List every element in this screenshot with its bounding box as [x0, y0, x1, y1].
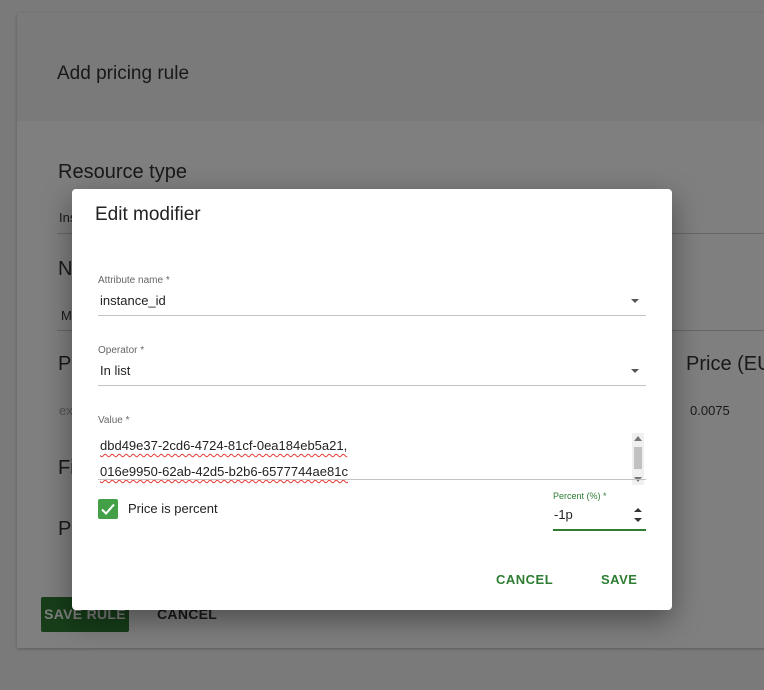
checkmark-icon — [101, 503, 115, 515]
dialog-title: Edit modifier — [95, 204, 201, 225]
percent-input-field[interactable]: Percent (%) * -1p — [553, 491, 646, 531]
cancel-button[interactable]: CANCEL — [496, 572, 553, 587]
chevron-down-icon[interactable] — [631, 369, 639, 373]
attribute-name-select[interactable]: Attribute name * instance_id — [98, 275, 646, 317]
value-field[interactable]: Value * dbd49e37-2cd6-4724-81cf-0ea184eb… — [98, 415, 646, 485]
chevron-down-icon[interactable] — [631, 299, 639, 303]
value-line[interactable]: dbd49e37-2cd6-4724-81cf-0ea184eb5a21, — [98, 433, 646, 459]
operator-value[interactable]: In list — [100, 363, 130, 378]
number-stepper[interactable] — [633, 508, 643, 522]
value-line[interactable]: 016e9950-62ab-42d5-b2b6-6577744ae81c — [98, 459, 646, 485]
scrollbar-thumb[interactable] — [634, 447, 642, 469]
value-label: Value * — [98, 415, 130, 426]
value-textarea[interactable]: dbd49e37-2cd6-4724-81cf-0ea184eb5a21, 01… — [98, 433, 646, 485]
save-button[interactable]: SAVE — [601, 572, 637, 587]
operator-label: Operator * — [98, 345, 145, 356]
attribute-name-underline — [98, 315, 646, 316]
percent-input[interactable]: -1p — [554, 507, 573, 522]
percent-underline — [553, 529, 646, 531]
decrement-icon[interactable] — [634, 518, 642, 522]
increment-icon[interactable] — [634, 508, 642, 512]
percent-label: Percent (%) * — [553, 491, 607, 501]
textarea-scrollbar[interactable] — [632, 433, 644, 485]
attribute-name-value[interactable]: instance_id — [100, 293, 166, 308]
edit-modifier-dialog: Edit modifier Attribute name * instance_… — [72, 189, 672, 610]
scroll-up-icon[interactable] — [634, 436, 642, 441]
operator-select[interactable]: Operator * In list — [98, 345, 646, 387]
price-is-percent-checkbox[interactable] — [98, 499, 118, 519]
value-underline — [98, 479, 646, 480]
price-is-percent-label[interactable]: Price is percent — [128, 501, 218, 516]
attribute-name-label: Attribute name * — [98, 275, 170, 286]
operator-underline — [98, 385, 646, 386]
